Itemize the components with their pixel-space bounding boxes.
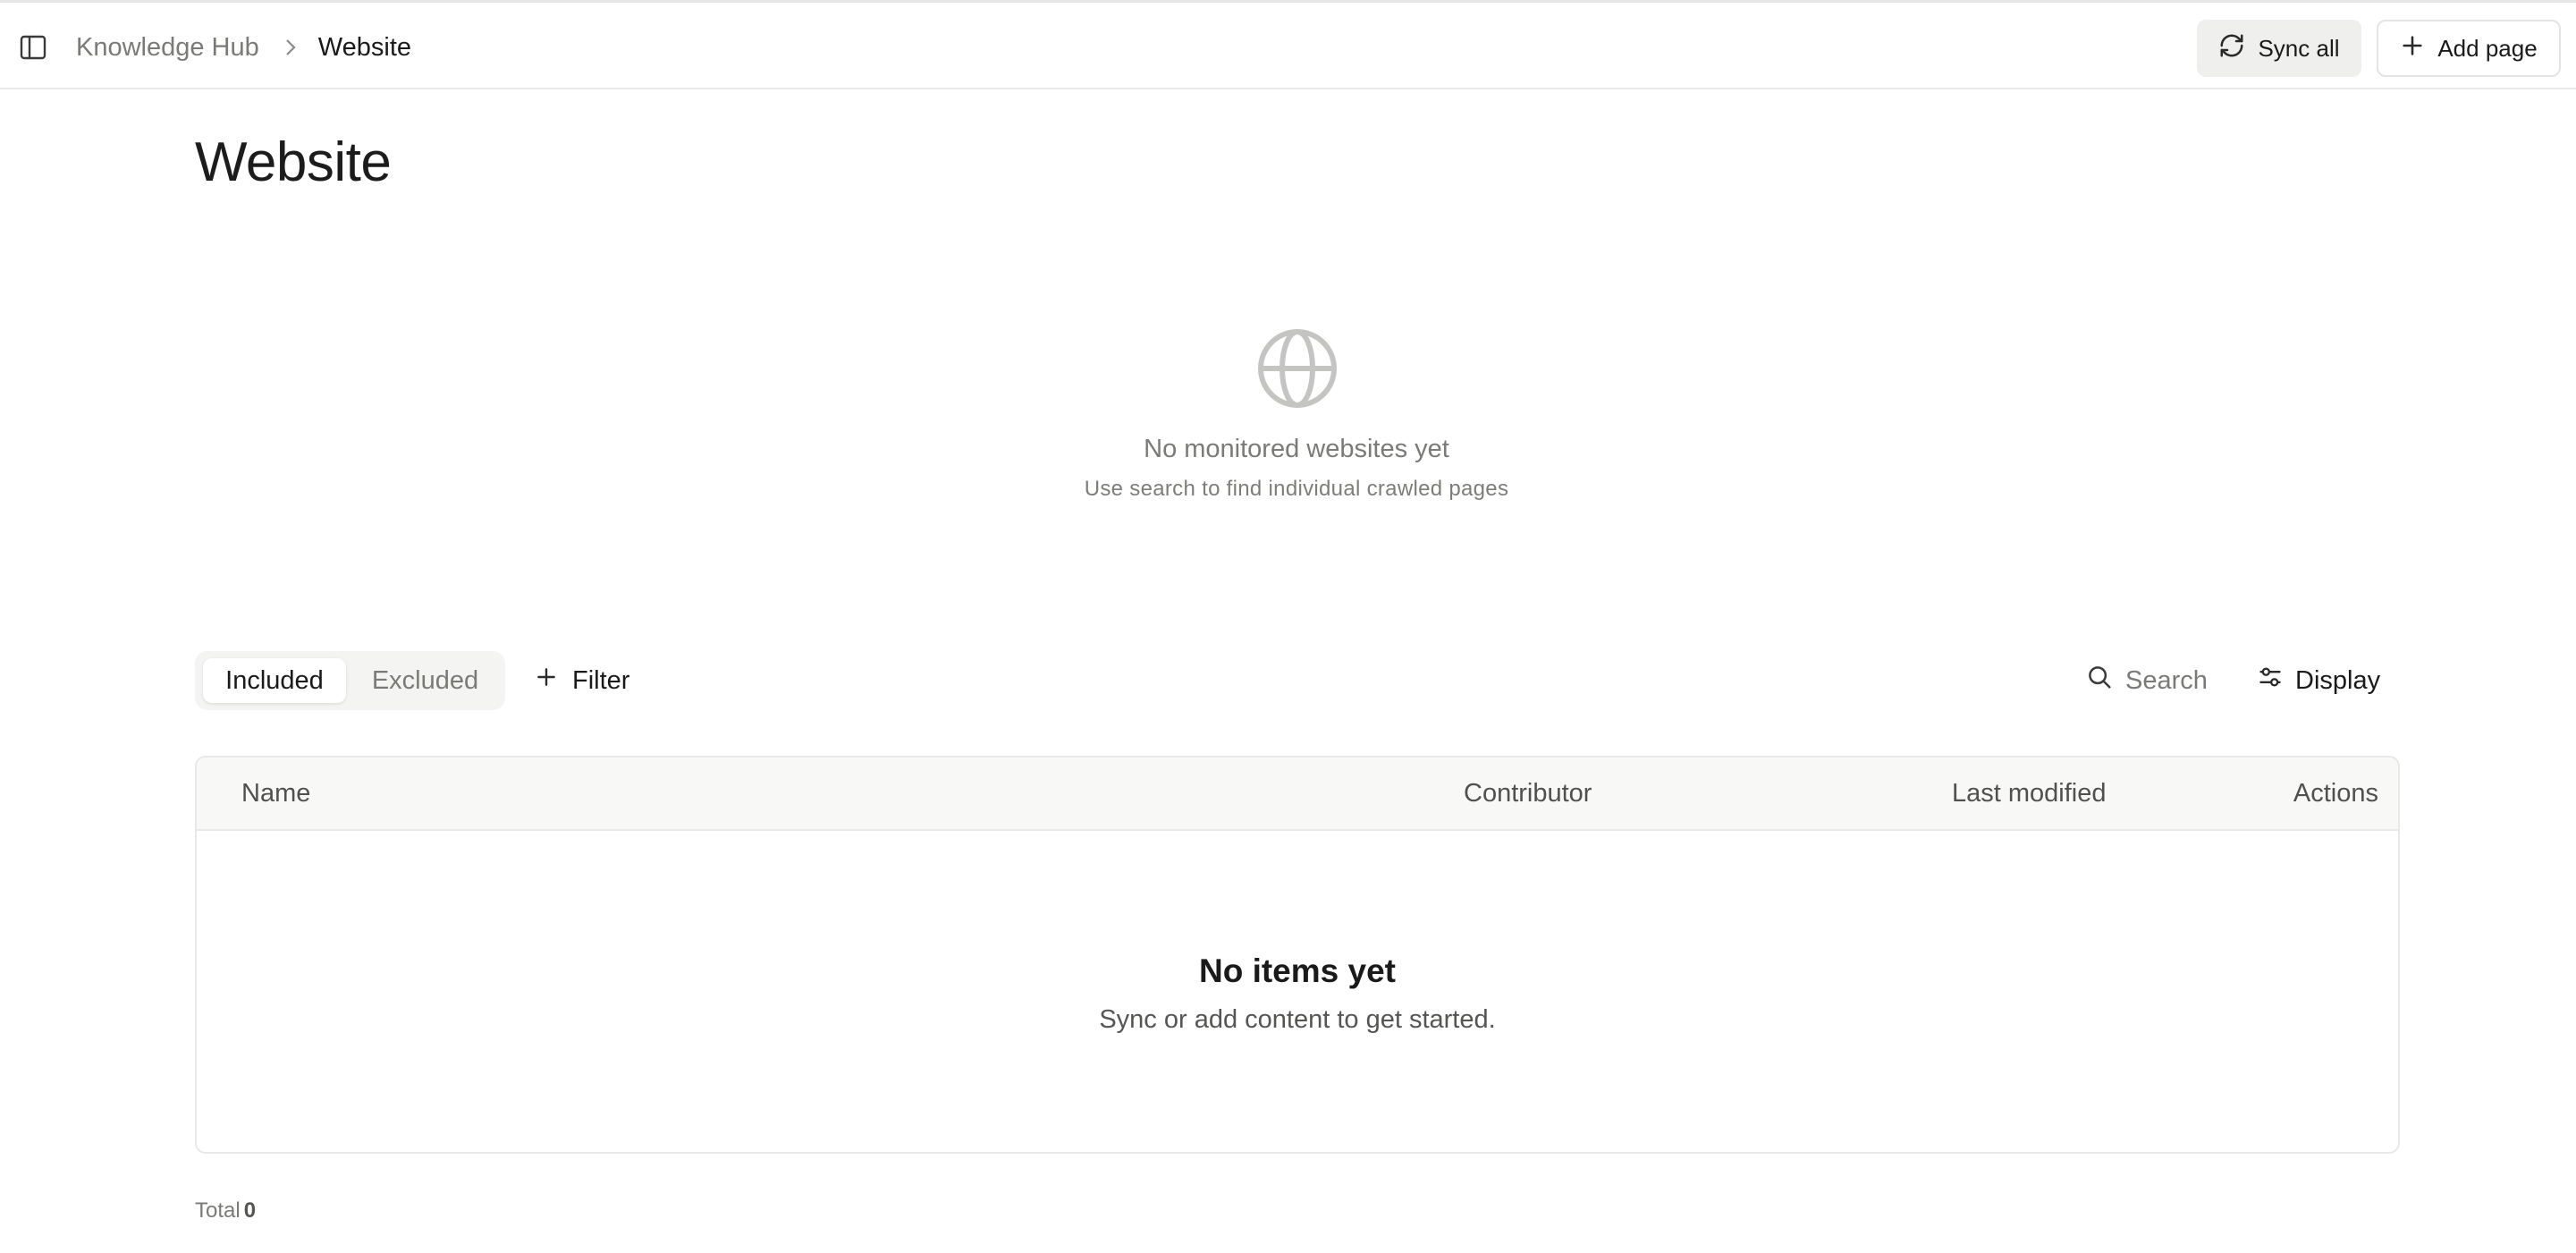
sync-all-button[interactable]: Sync all xyxy=(2197,20,2361,77)
breadcrumb-parent[interactable]: Knowledge Hub xyxy=(76,33,259,63)
display-label: Display xyxy=(2295,665,2381,695)
table-empty-subtitle: Sync or add content to get started. xyxy=(1099,1005,1496,1034)
sidebar-toggle-icon[interactable] xyxy=(18,32,48,63)
total-value: 0 xyxy=(243,1198,257,1223)
column-header-name[interactable]: Name xyxy=(241,779,310,809)
tab-included[interactable]: Included xyxy=(203,658,346,703)
breadcrumb-current: Website xyxy=(317,32,411,62)
add-page-button[interactable]: Add page xyxy=(2377,20,2561,77)
table-empty-title: No items yet xyxy=(1198,952,1396,989)
sliders-icon xyxy=(2258,665,2283,697)
chevron-right-icon xyxy=(284,38,297,57)
filter-button[interactable]: Filter xyxy=(535,657,629,704)
filter-label: Filter xyxy=(572,665,630,695)
breadcrumb: Knowledge Hub Website xyxy=(76,26,411,69)
tab-excluded[interactable]: Excluded xyxy=(351,658,499,703)
add-page-label: Add page xyxy=(2437,34,2538,62)
globe-icon xyxy=(1256,327,1339,410)
search-button[interactable]: Search xyxy=(2086,657,2208,704)
search-icon xyxy=(2086,664,2113,698)
empty-websites-title: No monitored websites yet xyxy=(1144,435,1449,463)
app-root: Knowledge Hub Website Sync all Add page … xyxy=(0,0,2576,1253)
total-count: Total 0 xyxy=(195,1198,256,1223)
plus-icon xyxy=(2400,33,2425,64)
column-header-actions: Actions xyxy=(2293,779,2378,808)
plus-icon xyxy=(535,665,558,696)
top-bar: Knowledge Hub Website Sync all Add page xyxy=(0,0,2576,89)
column-header-last-modified[interactable]: Last modified xyxy=(1952,779,2107,809)
empty-websites-subtitle: Use search to find individual crawled pa… xyxy=(1084,477,1509,501)
content-table: Name Contributor Last modified Actions N… xyxy=(195,756,2400,1154)
search-label: Search xyxy=(2125,665,2208,695)
display-button[interactable]: Display xyxy=(2258,657,2380,704)
total-label: Total xyxy=(195,1198,241,1223)
refresh-icon xyxy=(2218,32,2245,65)
sync-all-label: Sync all xyxy=(2258,34,2340,62)
column-header-contributor[interactable]: Contributor xyxy=(1464,779,1592,809)
include-exclude-toggle: Included Excluded xyxy=(195,651,505,710)
page-title: Website xyxy=(195,131,392,193)
table-header: Name Contributor Last modified Actions xyxy=(197,758,2398,831)
